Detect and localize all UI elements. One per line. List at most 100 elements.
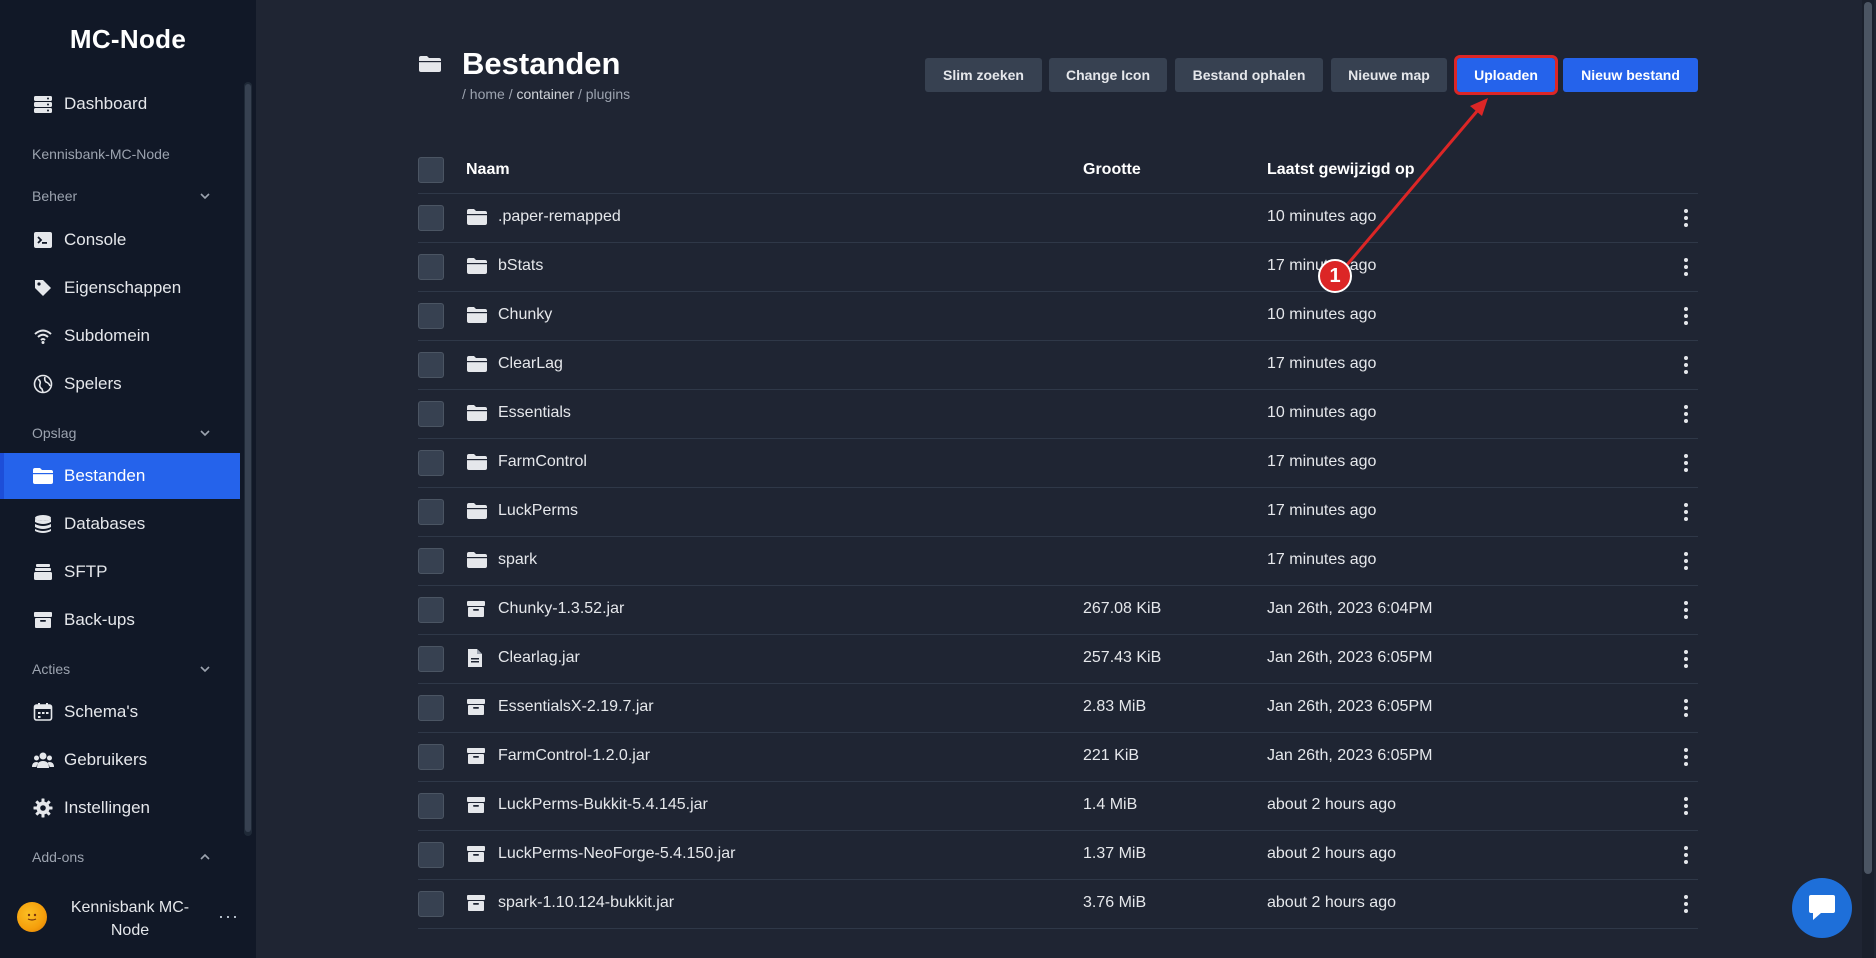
table-row[interactable]: spark 17 minutes ago (418, 537, 1698, 586)
table-row[interactable]: .paper-remapped 10 minutes ago (418, 194, 1698, 243)
archive-icon (466, 599, 488, 621)
fetch-file-button[interactable]: Bestand ophalen (1175, 58, 1323, 92)
file-name[interactable]: LuckPerms (498, 502, 578, 520)
row-checkbox[interactable] (418, 303, 444, 329)
row-menu-icon[interactable] (1678, 353, 1694, 377)
section-add-ons[interactable]: Add-ons (32, 849, 212, 865)
row-menu-icon[interactable] (1678, 647, 1694, 671)
column-header-name[interactable]: Naam (466, 146, 510, 194)
table-row[interactable]: LuckPerms 17 minutes ago (418, 488, 1698, 537)
select-all-checkbox[interactable] (418, 157, 444, 183)
sidebar-item-eigenschappen[interactable]: Eigenschappen (0, 265, 240, 311)
table-row[interactable]: Essentials 10 minutes ago (418, 390, 1698, 439)
table-row[interactable]: Chunky 10 minutes ago (418, 292, 1698, 341)
sidebar-item-spelers[interactable]: Spelers (0, 361, 240, 407)
row-checkbox[interactable] (418, 744, 444, 770)
sidebar-item-subdomein[interactable]: Subdomein (0, 313, 240, 359)
table-row[interactable]: LuckPerms-Bukkit-5.4.145.jar 1.4 MiB about… (418, 782, 1698, 831)
breadcrumb-container[interactable]: container (516, 86, 574, 102)
sidebar-item-dashboard[interactable]: Dashboard (0, 81, 240, 127)
sidebar-item-gebruikers[interactable]: Gebruikers (0, 737, 240, 783)
row-checkbox[interactable] (418, 891, 444, 917)
row-checkbox[interactable] (418, 401, 444, 427)
sidebar-scrollbar-thumb[interactable] (245, 84, 251, 832)
new-file-button[interactable]: Nieuw bestand (1563, 58, 1698, 92)
row-checkbox[interactable] (418, 450, 444, 476)
sidebar-item-schemas[interactable]: Schema's (0, 689, 240, 735)
table-row[interactable]: Clearlag.jar 257.43 KiB Jan 26th, 2023 6:0… (418, 635, 1698, 684)
change-icon-button[interactable]: Change Icon (1049, 58, 1167, 92)
file-modified: 17 minutes ago (1267, 502, 1377, 519)
sidebar-item-label: Spelers (64, 374, 122, 393)
row-checkbox[interactable] (418, 597, 444, 623)
table-row[interactable]: FarmControl 17 minutes ago (418, 439, 1698, 488)
table-row[interactable]: ClearLag 17 minutes ago (418, 341, 1698, 390)
file-size: 3.76 MiB (1083, 894, 1147, 911)
sidebar-item-back-ups[interactable]: Back-ups (0, 597, 240, 643)
row-menu-icon[interactable] (1678, 892, 1694, 916)
breadcrumb-home[interactable]: home (470, 86, 505, 102)
table-row[interactable]: bStats 17 minutes ago (418, 243, 1698, 292)
row-menu-icon[interactable] (1678, 304, 1694, 328)
more-icon[interactable]: ··· (218, 906, 239, 927)
sidebar-item-instellingen[interactable]: Instellingen (0, 785, 240, 831)
row-menu-icon[interactable] (1678, 745, 1694, 769)
folder-icon (466, 207, 488, 229)
row-checkbox[interactable] (418, 499, 444, 525)
table-row[interactable]: Chunky-1.3.52.jar 267.08 KiB Jan 26th, 202… (418, 586, 1698, 635)
section-beheer[interactable]: Beheer (32, 188, 212, 204)
row-checkbox[interactable] (418, 352, 444, 378)
file-name[interactable]: ClearLag (498, 355, 563, 373)
row-menu-icon[interactable] (1678, 794, 1694, 818)
row-menu-icon[interactable] (1678, 549, 1694, 573)
row-checkbox[interactable] (418, 205, 444, 231)
file-name[interactable]: Clearlag.jar (498, 649, 580, 667)
row-menu-icon[interactable] (1678, 255, 1694, 279)
row-checkbox[interactable] (418, 646, 444, 672)
file-name[interactable]: .paper-remapped (498, 208, 621, 226)
file-name[interactable]: EssentialsX-2.19.7.jar (498, 698, 654, 716)
sidebar-item-console[interactable]: Console (0, 217, 240, 263)
file-name[interactable]: LuckPerms-Bukkit-5.4.145.jar (498, 796, 708, 814)
file-name[interactable]: LuckPerms-NeoForge-5.4.150.jar (498, 845, 735, 863)
row-menu-icon[interactable] (1678, 206, 1694, 230)
file-name[interactable]: bStats (498, 257, 543, 275)
user-menu[interactable]: Kennisbank MC-Node ··· (0, 890, 256, 950)
sidebar-item-databases[interactable]: Databases (0, 501, 240, 547)
column-header-size[interactable]: Grootte (1083, 146, 1141, 194)
sidebar-item-bestanden[interactable]: Bestanden (0, 453, 240, 499)
file-name[interactable]: Chunky-1.3.52.jar (498, 600, 624, 618)
row-menu-icon[interactable] (1678, 843, 1694, 867)
chat-button[interactable] (1792, 878, 1852, 938)
upload-button[interactable]: Uploaden (1454, 55, 1558, 95)
main-scrollbar-thumb[interactable] (1864, 2, 1872, 874)
file-name[interactable]: Essentials (498, 404, 571, 422)
new-folder-button[interactable]: Nieuwe map (1331, 58, 1447, 92)
file-name[interactable]: spark-1.10.124-bukkit.jar (498, 894, 674, 912)
row-menu-icon[interactable] (1678, 598, 1694, 622)
table-row[interactable]: LuckPerms-NeoForge-5.4.150.jar 1.37 MiB ab… (418, 831, 1698, 880)
avatar[interactable] (17, 902, 47, 932)
row-menu-icon[interactable] (1678, 451, 1694, 475)
row-menu-icon[interactable] (1678, 696, 1694, 720)
table-row[interactable]: spark-1.10.124-bukkit.jar 3.76 MiB about 2… (418, 880, 1698, 929)
row-menu-icon[interactable] (1678, 500, 1694, 524)
row-checkbox[interactable] (418, 842, 444, 868)
row-checkbox[interactable] (418, 254, 444, 280)
table-row[interactable]: FarmControl-1.2.0.jar 221 KiB Jan 26th, 20… (418, 733, 1698, 782)
section-opslag[interactable]: Opslag (32, 425, 212, 441)
row-checkbox[interactable] (418, 695, 444, 721)
sidebar-item-sftp[interactable]: SFTP (0, 549, 240, 595)
row-checkbox[interactable] (418, 548, 444, 574)
file-name[interactable]: FarmControl-1.2.0.jar (498, 747, 650, 765)
table-row[interactable]: EssentialsX-2.19.7.jar 2.83 MiB Jan 26th, … (418, 684, 1698, 733)
row-checkbox[interactable] (418, 793, 444, 819)
column-header-modified[interactable]: Laatst gewijzigd op (1267, 146, 1415, 194)
smart-search-button[interactable]: Slim zoeken (925, 58, 1042, 92)
file-name[interactable]: FarmControl (498, 453, 587, 471)
row-menu-icon[interactable] (1678, 402, 1694, 426)
layers-icon (32, 561, 54, 583)
file-name[interactable]: spark (498, 551, 537, 569)
section-acties[interactable]: Acties (32, 661, 212, 677)
file-name[interactable]: Chunky (498, 306, 552, 324)
